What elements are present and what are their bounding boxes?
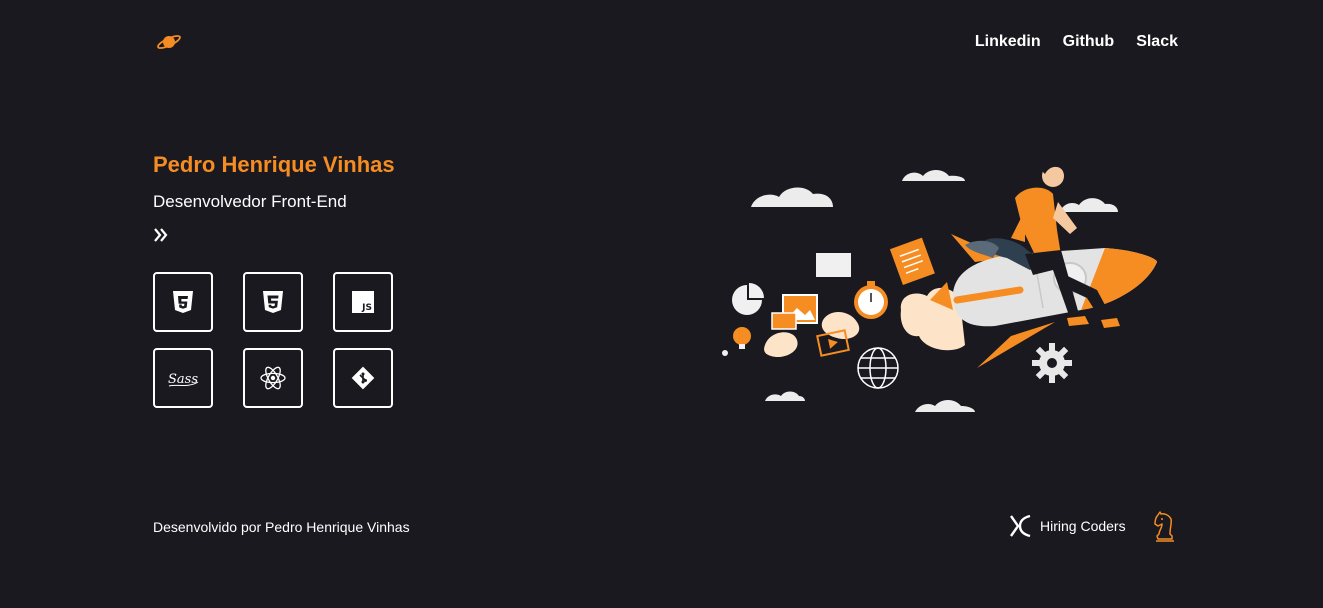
hiring-coders-logo [1010, 514, 1031, 538]
git-icon [351, 366, 375, 390]
react-icon [260, 366, 286, 390]
gear-shape [1032, 343, 1072, 383]
skill-tile-sass[interactable]: Sass [153, 348, 213, 408]
nav-link-linkedin[interactable]: Linkedin [975, 33, 1041, 51]
nav-link-github[interactable]: Github [1063, 33, 1115, 51]
lightbulb-shape [733, 327, 751, 349]
hero-name: Pedro Henrique Vinhas [153, 152, 395, 177]
svg-text:Sass: Sass [168, 372, 198, 387]
stopwatch-shape [854, 281, 888, 319]
planet-icon[interactable] [155, 32, 183, 52]
css3-icon [263, 291, 283, 313]
skills-grid: JS Sass [153, 272, 393, 408]
rocket-developer-illustration [722, 159, 1157, 412]
skill-tile-css[interactable] [243, 272, 303, 332]
footer-credit: Desenvolvido por Pedro Henrique Vinhas [153, 519, 410, 535]
skill-tile-git[interactable] [333, 348, 393, 408]
skill-tile-html[interactable] [153, 272, 213, 332]
sass-icon: Sass [168, 372, 198, 387]
hiring-coders-label: Hiring Coders [1040, 518, 1126, 534]
hero-role: Desenvolvedor Front-End [153, 192, 347, 211]
image-frames [771, 294, 818, 330]
orange-document [889, 237, 935, 285]
skill-tile-react[interactable] [243, 348, 303, 408]
globe-shape [857, 347, 899, 389]
svg-text:JS: JS [361, 303, 372, 313]
nav-link-slack[interactable]: Slack [1136, 33, 1178, 51]
top-nav: Linkedin Github Slack [975, 33, 1178, 51]
pie-chart-shape [732, 283, 764, 315]
html5-icon [173, 291, 193, 313]
skill-tile-javascript[interactable]: JS [333, 272, 393, 332]
hiring-coders-link[interactable]: Hiring Coders [1008, 513, 1126, 539]
javascript-icon: JS [352, 291, 374, 313]
paper-shape [816, 253, 851, 277]
double-chevron-right-icon[interactable] [153, 226, 169, 244]
chess-knight-icon[interactable] [1152, 511, 1178, 543]
